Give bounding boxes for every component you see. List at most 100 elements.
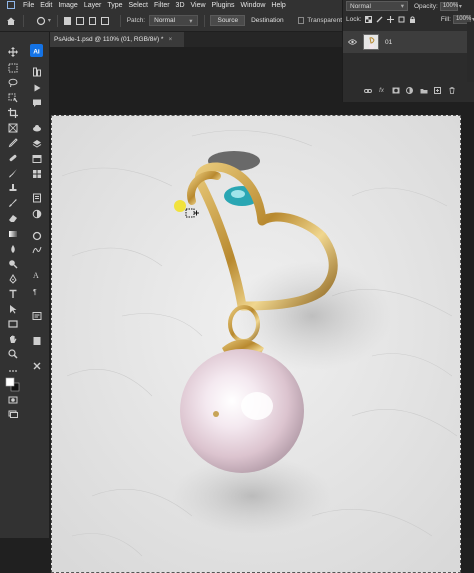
tools-panel: Ai A ¶ (0, 32, 50, 538)
crop-tool-icon[interactable] (7, 107, 19, 119)
photoshop-logo-icon (6, 0, 16, 10)
swatches-panel-icon[interactable] (31, 168, 43, 180)
new-selection-icon[interactable] (63, 16, 72, 25)
lock-artboard-icon[interactable] (398, 15, 406, 24)
menu-select[interactable]: Select (129, 2, 148, 9)
menu-filter[interactable]: Filter (154, 2, 170, 9)
screen-mode-icon[interactable] (7, 408, 19, 420)
properties-panel-icon[interactable] (31, 192, 43, 204)
subtract-selection-icon[interactable] (88, 16, 97, 25)
source-button[interactable]: Source (210, 15, 246, 26)
home-icon[interactable] (6, 15, 17, 27)
rectangle-tool-icon[interactable] (7, 318, 19, 330)
mask-icon[interactable] (391, 86, 400, 95)
tool-presets-icon[interactable] (31, 360, 43, 372)
path-selection-tool-icon[interactable] (7, 303, 19, 315)
blend-mode-select[interactable]: Normal ▾ (346, 1, 408, 11)
history-panel-icon[interactable] (31, 66, 43, 78)
layer-row[interactable]: 01 (343, 31, 467, 53)
lock-position-icon[interactable] (387, 15, 395, 24)
menu-plugins[interactable]: Plugins (212, 2, 235, 9)
marquee-tool-icon[interactable] (7, 62, 19, 74)
move-tool-icon[interactable] (7, 46, 19, 58)
layer-name[interactable]: 01 (385, 39, 392, 46)
opacity-chevron-icon[interactable]: ▾ (459, 3, 462, 10)
eye-visibility-icon[interactable] (346, 36, 358, 48)
menu-file[interactable]: File (23, 2, 34, 9)
info-panel-icon[interactable] (31, 310, 43, 322)
zoom-tool-icon[interactable] (7, 348, 19, 360)
menu-layer[interactable]: Layer (84, 2, 102, 9)
gradient-tool-icon[interactable] (7, 228, 19, 240)
menu-3d[interactable]: 3D (176, 2, 185, 9)
dodge-tool-icon[interactable] (7, 258, 19, 270)
blur-tool-icon[interactable] (7, 243, 19, 255)
libraries-panel-icon[interactable] (31, 230, 43, 242)
link-icon[interactable] (363, 86, 372, 95)
color-swatches-icon[interactable] (5, 377, 21, 393)
layers-panel-icon[interactable] (31, 138, 43, 150)
blend-mode-value: Normal (350, 2, 371, 10)
menu-help[interactable]: Help (271, 2, 285, 9)
more-tools-icon[interactable] (7, 365, 19, 377)
transparent-checkbox[interactable] (297, 17, 305, 24)
menu-type[interactable]: Type (107, 2, 122, 9)
brush-tool-icon[interactable] (7, 167, 19, 179)
layer-thumbnail[interactable] (363, 34, 379, 50)
frame-tool-icon[interactable] (7, 122, 19, 134)
hand-tool-icon[interactable] (7, 333, 19, 345)
channels-panel-icon[interactable] (31, 153, 43, 165)
intersect-selection-icon[interactable] (101, 16, 109, 25)
layers-scrollbar[interactable] (467, 22, 474, 82)
comments-icon[interactable] (31, 97, 43, 109)
fx-icon[interactable]: fx (377, 86, 386, 95)
menu-window[interactable]: Window (241, 2, 266, 9)
menu-image[interactable]: Image (58, 2, 77, 9)
preset-chevron-icon[interactable]: ▾ (48, 17, 51, 24)
document-canvas[interactable] (51, 115, 461, 573)
lock-image-pixels-icon[interactable] (376, 15, 384, 24)
quick-mask-icon[interactable] (7, 394, 19, 406)
document-tab[interactable]: PsAide-1.psd @ 110% (01, RGB/8#) * × (50, 32, 184, 47)
type-tool-icon[interactable] (7, 288, 19, 300)
menu-edit[interactable]: Edit (40, 2, 52, 9)
group-icon[interactable] (419, 86, 428, 95)
patch-tool-preset-icon[interactable] (36, 15, 47, 27)
trash-icon[interactable] (447, 86, 456, 95)
pearl-earring-photo (52, 116, 460, 572)
patch-mode-value: Normal (154, 17, 176, 24)
new-layer-icon[interactable] (433, 86, 442, 95)
actions-play-icon[interactable] (31, 82, 43, 94)
separator (203, 14, 205, 27)
opacity-input[interactable]: 100% (439, 1, 458, 11)
patch-mode-select[interactable]: Normal ▾ (149, 15, 198, 26)
layers-panel: Normal ▾ Opacity: 100% ▾ Lock: Fill: 100… (342, 0, 474, 102)
lock-transparent-pixels-icon[interactable] (365, 15, 373, 24)
pen-tool-icon[interactable] (7, 273, 19, 285)
character-panel-icon[interactable]: A (31, 269, 43, 281)
options-bar: ▾ Patch: Normal ▾ Source Destination Tra… (0, 10, 342, 32)
lasso-tool-icon[interactable] (7, 77, 19, 89)
glyphs-panel-icon[interactable]: ¶ (31, 285, 43, 297)
cloud-docs-icon[interactable] (31, 122, 43, 134)
blend-row: Normal ▾ Opacity: 100% ▾ (343, 1, 474, 11)
destination-button[interactable]: Destination (245, 15, 290, 26)
adjustment-icon[interactable] (405, 86, 414, 95)
add-selection-icon[interactable] (76, 16, 84, 25)
svg-text:A: A (33, 271, 39, 280)
adjustments-panel-icon[interactable] (31, 208, 43, 220)
paths-panel-icon[interactable] (31, 244, 43, 256)
notes-panel-icon[interactable] (31, 335, 43, 347)
menu-view[interactable]: View (191, 2, 206, 9)
canvas-area[interactable] (50, 47, 474, 573)
healing-brush-tool-icon[interactable] (7, 152, 19, 164)
lock-all-icon[interactable] (409, 15, 417, 24)
close-tab-icon[interactable]: × (168, 36, 172, 43)
history-brush-tool-icon[interactable] (7, 197, 19, 209)
adobe-ai-icon[interactable]: Ai (30, 44, 43, 57)
fill-label: Fill: (440, 15, 451, 23)
object-select-tool-icon[interactable] (7, 92, 19, 104)
eyedropper-tool-icon[interactable] (7, 137, 19, 149)
clone-stamp-tool-icon[interactable] (7, 182, 19, 194)
eraser-tool-icon[interactable] (7, 212, 19, 224)
